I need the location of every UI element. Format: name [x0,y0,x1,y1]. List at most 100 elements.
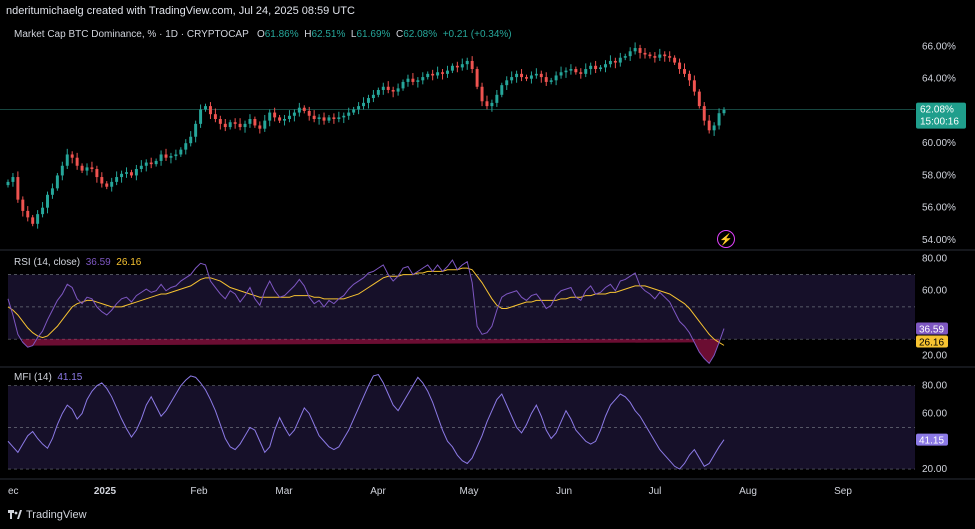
candle-body [678,62,682,70]
candle-body [105,183,109,187]
candle-body [529,75,533,79]
mfi-axis-label: 80.00 [922,381,947,392]
candle-body [273,112,277,118]
candle-body [653,56,657,58]
candle-body [608,60,612,65]
candle-body [683,69,686,74]
chart-page: nderitumichaelg created with TradingView… [0,0,975,529]
candle-body [445,70,449,74]
candle-body [80,165,84,171]
candle-body [70,154,74,158]
candle-body [357,106,361,110]
candle-body [663,54,667,57]
price-axis-label: 58.00% [922,170,956,181]
candle-body [184,143,188,150]
candle-body [450,65,454,71]
candle-body [371,94,375,99]
candle-body [159,154,163,161]
candle-body [406,78,410,82]
candle-body [485,101,489,107]
candle-body [179,149,183,155]
candle-body [460,64,464,68]
time-axis-label: Sep [834,486,852,497]
candle-body [421,77,425,81]
candle-body [362,102,366,107]
candle-body [65,154,69,166]
time-axis-label: Mar [275,486,293,497]
candle-body [436,72,440,76]
candle-body [139,165,143,169]
candle-body [490,102,494,107]
price-axis-label: 60.00% [922,138,956,149]
rsi-oversold-fill [22,339,720,364]
candle-body [223,123,227,128]
candle-body [263,120,267,129]
candle-body [604,64,607,68]
candle-body [549,80,553,82]
candle-body [342,115,346,118]
candle-body [75,157,79,166]
candle-body [129,172,133,176]
candle-body [712,125,716,131]
candle-body [347,112,351,116]
candle-body [381,86,385,90]
mfi-axis-label: 20.00 [922,464,947,475]
time-axis-label: Feb [190,486,208,497]
tradingview-logo-icon [8,510,22,519]
candle-body [60,165,64,176]
price-axis-label: 64.00% [922,74,956,85]
candle-body [480,86,484,102]
candle-body [692,80,696,92]
candle-body [90,167,94,169]
chart-canvas[interactable]: 66.00%64.00%62.00%60.00%58.00%56.00%54.0… [0,0,975,529]
candle-body [115,177,119,182]
lightning-icon[interactable]: ⚡ [717,230,735,248]
candle-body [673,57,677,63]
candle-body [396,88,400,92]
candle-body [470,60,474,70]
candle-body [208,106,212,115]
candle-body [11,177,15,182]
candle-body [233,122,237,124]
candle-body [352,109,356,113]
candle-body [539,73,543,78]
candle-body [475,69,479,87]
candle-body [36,214,40,224]
rsi-axis-label: 80.00 [922,253,947,264]
mfi-axis-label: 60.00 [922,408,947,419]
candle-body [189,136,193,144]
candle-body [658,54,662,58]
candle-body [687,73,691,81]
time-axis-label: ec [8,486,19,497]
time-axis-label: May [460,486,479,497]
candle-body [278,117,282,121]
candle-body [426,73,430,78]
candle-body [707,120,711,131]
candle-body [287,115,291,120]
candle-body [455,65,459,68]
time-axis-label: Jun [556,486,572,497]
rsi-axis-label: 20.00 [922,350,947,361]
candle-body [149,162,153,165]
candle-body [194,123,198,137]
candle-body [495,94,499,103]
candle-body [500,85,504,95]
candle-body [95,168,99,178]
candle-body [633,48,637,52]
candle-body [292,112,296,116]
candle-body [579,72,583,74]
price-axis-label: 56.00% [922,203,956,214]
candle-body [525,77,528,79]
candle-body [722,109,726,114]
time-axis-label: Apr [370,486,386,497]
candle-body [218,119,222,124]
mfi-value-tag-text: 41.15 [919,436,944,447]
candle-body [391,89,395,92]
candle-body [584,69,588,74]
time-axis-label: Jul [649,486,662,497]
candle-body [534,73,538,76]
candle-body [16,177,20,200]
candle-body [594,65,598,70]
candle-body [21,199,25,211]
rsi-value-tag-text: 36.59 [919,325,944,336]
